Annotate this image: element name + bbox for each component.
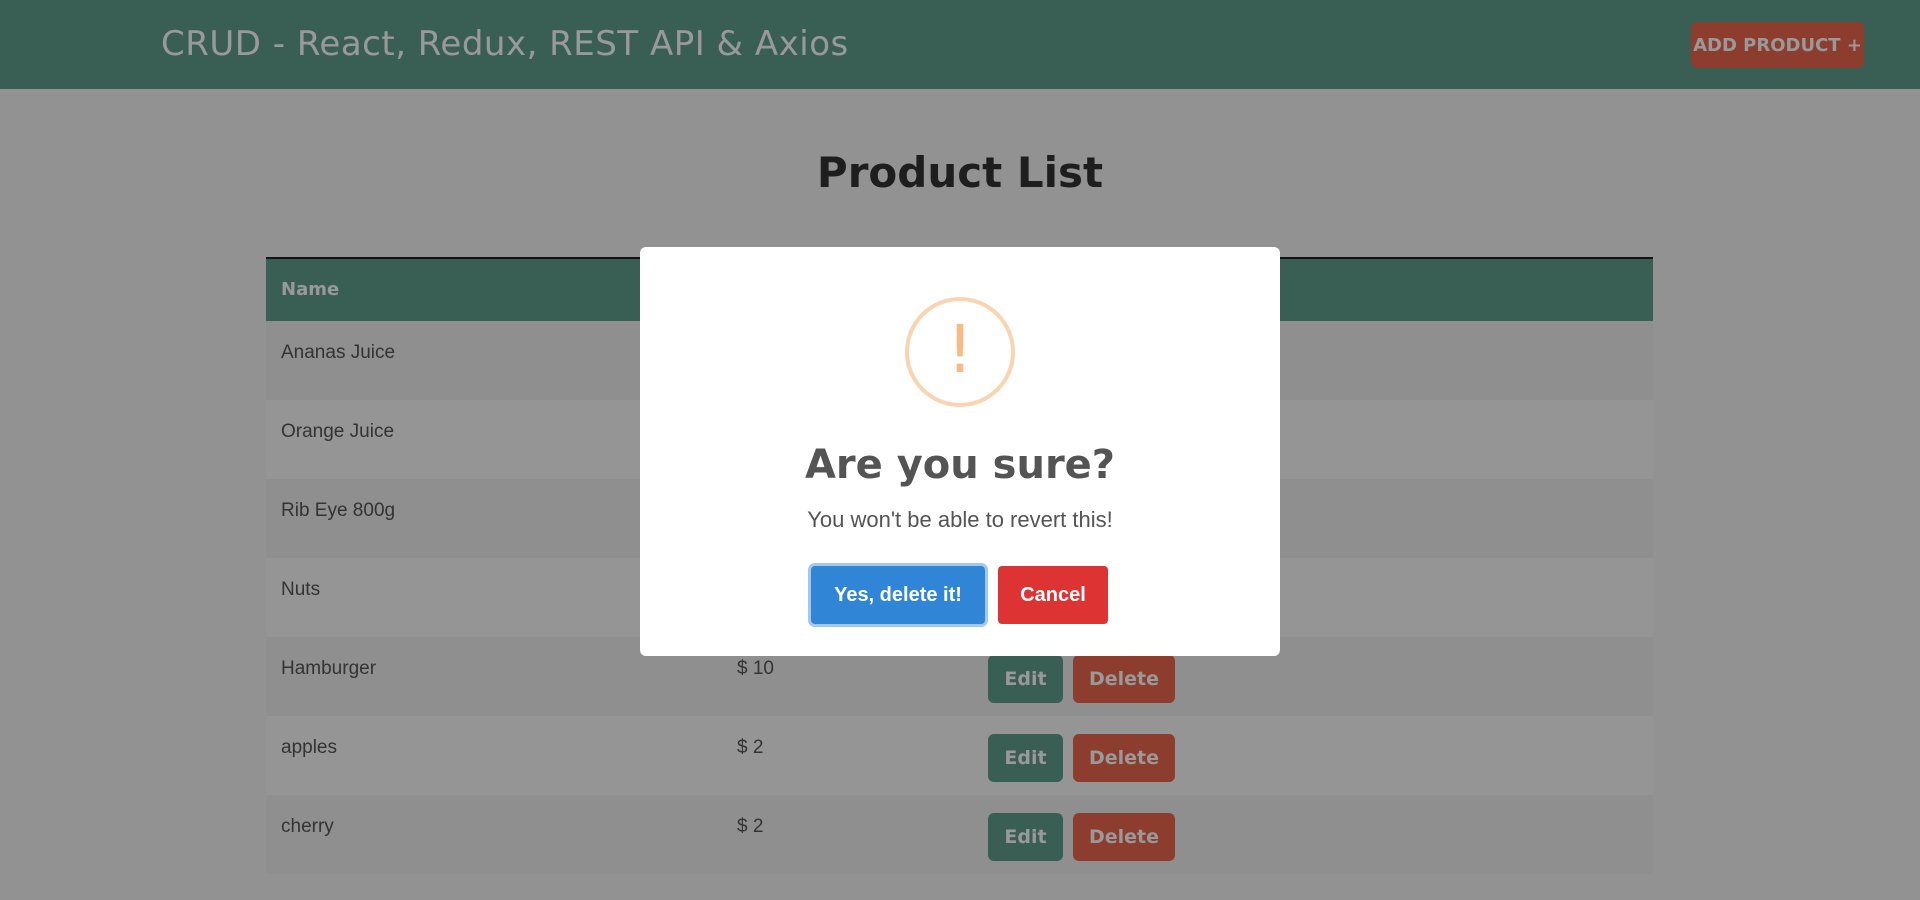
warning-icon: ! [905, 297, 1015, 407]
modal-backdrop[interactable]: ! Are you sure? You won't be able to rev… [0, 0, 1920, 900]
confirm-delete-button[interactable]: Yes, delete it! [811, 566, 985, 624]
cancel-button[interactable]: Cancel [998, 566, 1108, 624]
warning-icon-glyph: ! [946, 311, 974, 388]
confirm-dialog: ! Are you sure? You won't be able to rev… [640, 247, 1280, 656]
dialog-title: Are you sure? [804, 442, 1116, 488]
dialog-message: You won't be able to revert this! [807, 507, 1113, 532]
